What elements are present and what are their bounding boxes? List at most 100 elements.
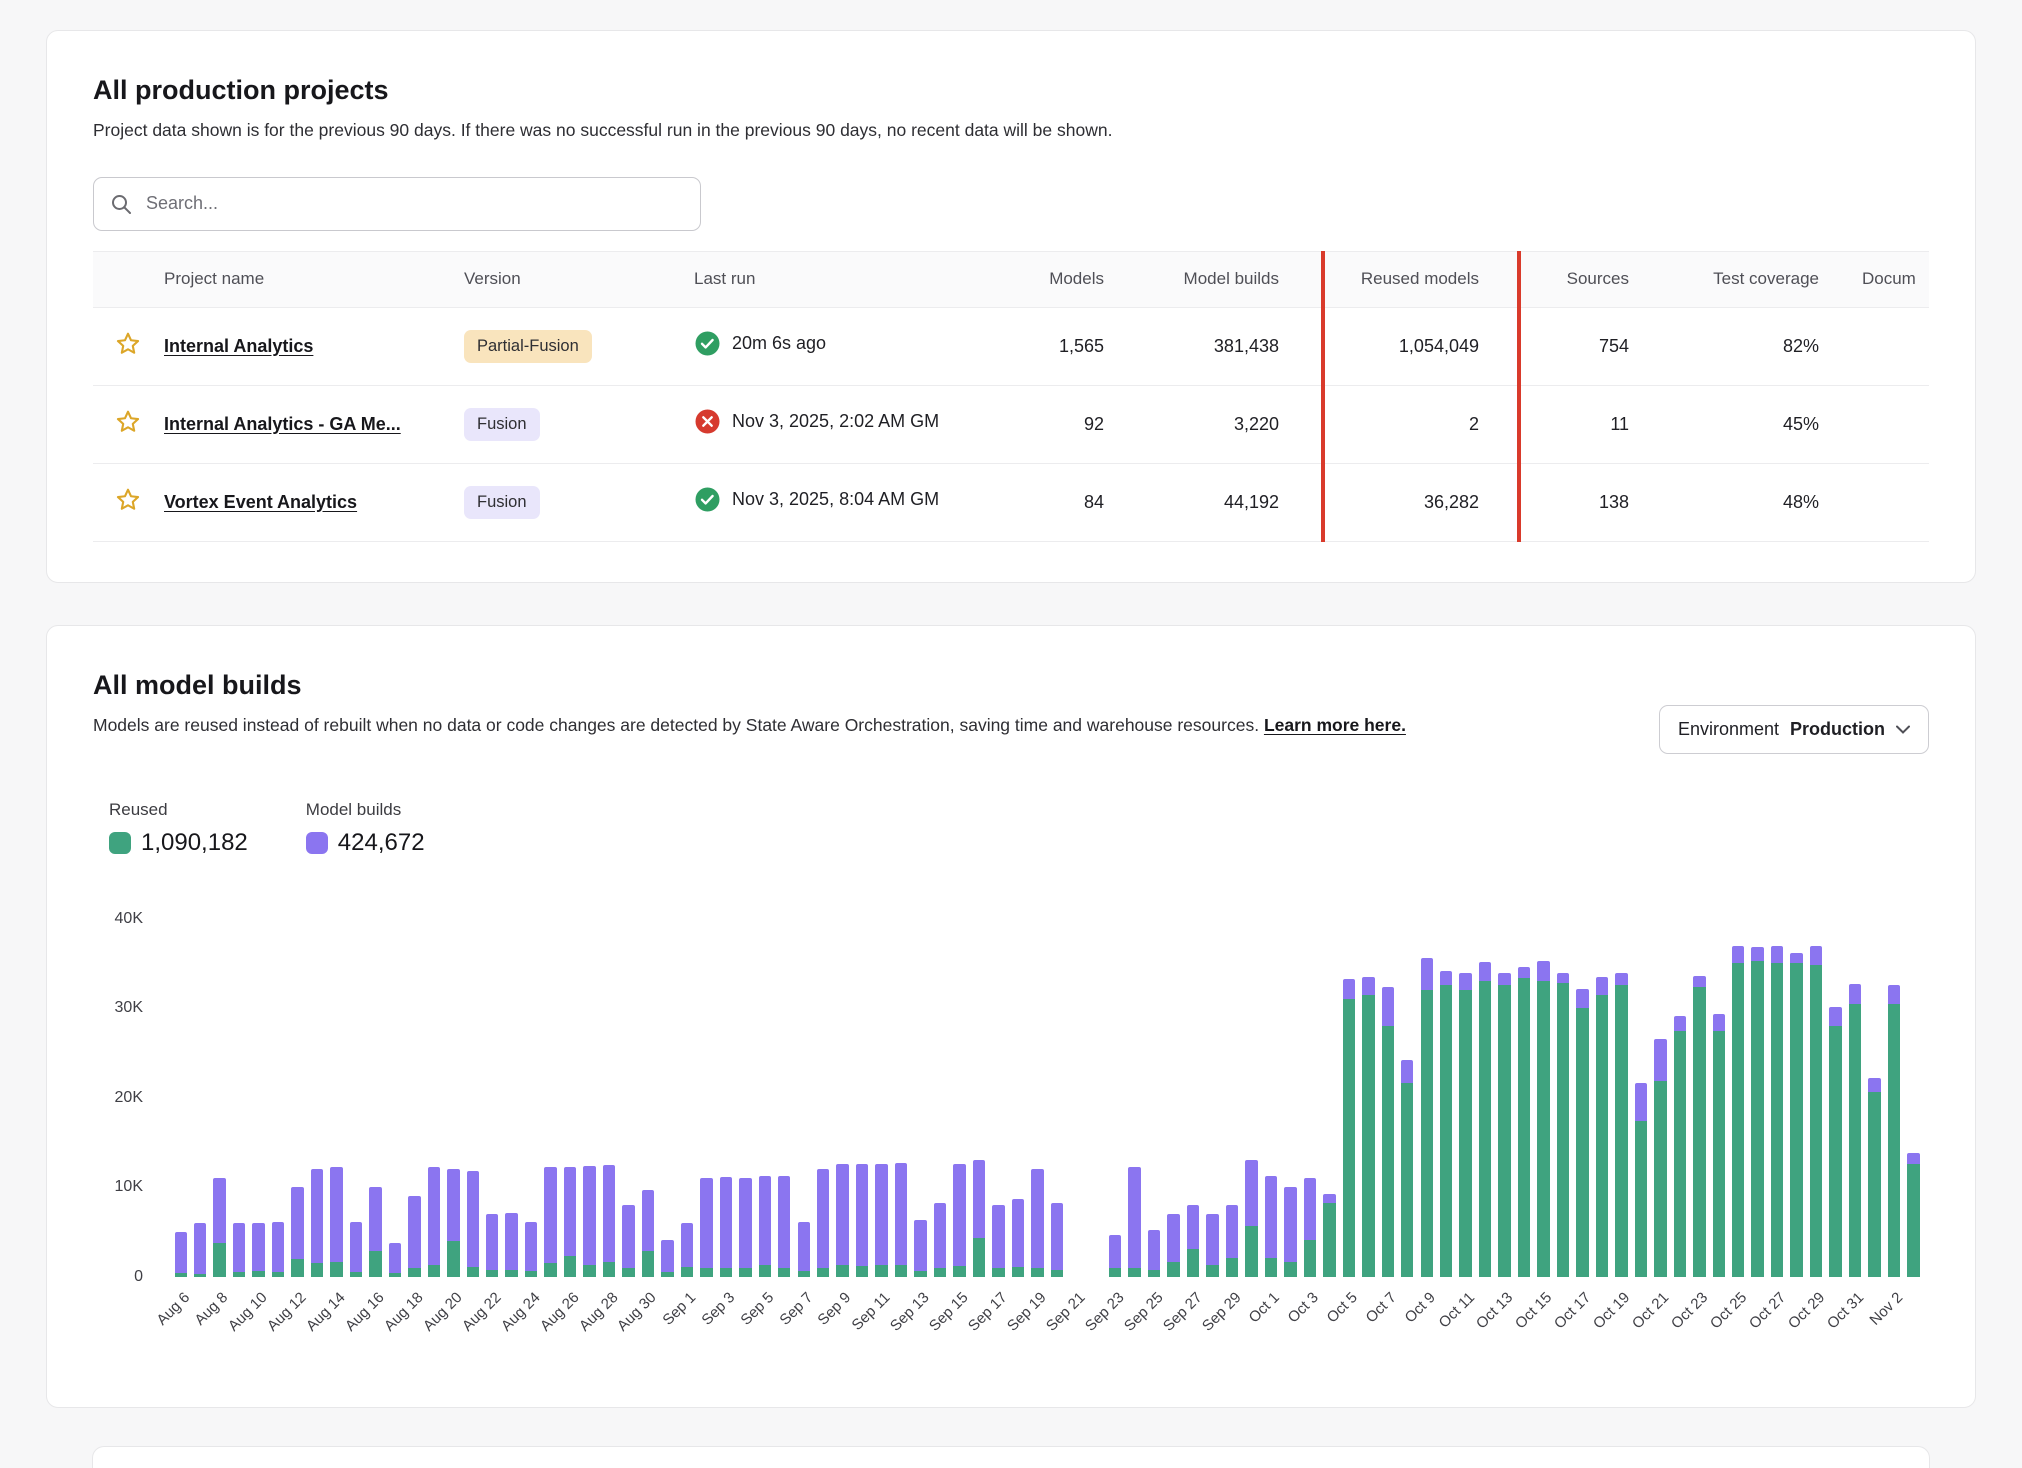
chart-bar[interactable]: Oct 21 bbox=[1651, 919, 1670, 1277]
environment-dropdown[interactable]: Environment Production bbox=[1659, 705, 1929, 754]
chart-bar[interactable] bbox=[1359, 919, 1378, 1277]
chart-bar[interactable]: Aug 30 bbox=[638, 919, 657, 1277]
chart-bar[interactable]: Aug 26 bbox=[560, 919, 579, 1277]
chart-bar[interactable] bbox=[541, 919, 560, 1277]
project-name-link[interactable]: Internal Analytics bbox=[164, 336, 313, 356]
chart-bar[interactable] bbox=[1748, 919, 1767, 1277]
chart-bar[interactable] bbox=[1281, 919, 1300, 1277]
favorite-star-icon[interactable] bbox=[114, 330, 142, 358]
chart-bar[interactable] bbox=[1592, 919, 1611, 1277]
chart-bar[interactable] bbox=[424, 919, 443, 1277]
chart-bar[interactable] bbox=[736, 919, 755, 1277]
chart-bar[interactable] bbox=[775, 919, 794, 1277]
chart-bar[interactable] bbox=[930, 919, 949, 1277]
chart-bar[interactable]: Aug 28 bbox=[599, 919, 618, 1277]
chart-bar[interactable] bbox=[1904, 919, 1923, 1277]
chart-bar[interactable]: Aug 8 bbox=[210, 919, 229, 1277]
chart-bar[interactable] bbox=[1631, 919, 1650, 1277]
project-name-link[interactable]: Vortex Event Analytics bbox=[164, 492, 357, 512]
chart-bar[interactable]: Sep 9 bbox=[833, 919, 852, 1277]
chart-bar[interactable]: Oct 15 bbox=[1534, 919, 1553, 1277]
chart-bar[interactable] bbox=[1242, 919, 1261, 1277]
chart-bar[interactable]: Oct 9 bbox=[1417, 919, 1436, 1277]
chart-bar[interactable] bbox=[1670, 919, 1689, 1277]
chart-bar[interactable]: Aug 16 bbox=[366, 919, 385, 1277]
chart-bar[interactable] bbox=[1826, 919, 1845, 1277]
chart-bar[interactable]: Oct 23 bbox=[1690, 919, 1709, 1277]
chart-bar[interactable]: Oct 7 bbox=[1378, 919, 1397, 1277]
chart-bar[interactable]: Aug 22 bbox=[483, 919, 502, 1277]
learn-more-link[interactable]: Learn more here. bbox=[1264, 715, 1406, 735]
chart-bar[interactable] bbox=[463, 919, 482, 1277]
chart-bar[interactable]: Aug 10 bbox=[249, 919, 268, 1277]
chart-bar[interactable] bbox=[580, 919, 599, 1277]
chart-bar[interactable]: Sep 13 bbox=[911, 919, 930, 1277]
chart-bar[interactable] bbox=[1320, 919, 1339, 1277]
chart-bar[interactable]: Sep 15 bbox=[950, 919, 969, 1277]
chart-bar[interactable] bbox=[385, 919, 404, 1277]
chart-bar[interactable]: Aug 12 bbox=[288, 919, 307, 1277]
chart-bar[interactable]: Aug 14 bbox=[327, 919, 346, 1277]
chart-bar[interactable] bbox=[891, 919, 910, 1277]
chart-bar[interactable]: Oct 13 bbox=[1495, 919, 1514, 1277]
chart-bar[interactable]: Oct 5 bbox=[1339, 919, 1358, 1277]
chart-bar[interactable]: Sep 1 bbox=[677, 919, 696, 1277]
chart-bar[interactable] bbox=[346, 919, 365, 1277]
chart-bar[interactable]: Sep 27 bbox=[1183, 919, 1202, 1277]
chart-bar[interactable]: Oct 27 bbox=[1767, 919, 1786, 1277]
search-input[interactable] bbox=[144, 192, 684, 215]
chart-bar[interactable] bbox=[1553, 919, 1572, 1277]
chart-bar[interactable] bbox=[1514, 919, 1533, 1277]
project-name-link[interactable]: Internal Analytics - GA Me... bbox=[164, 414, 401, 434]
search-box[interactable] bbox=[93, 177, 701, 231]
chart-bar[interactable]: Aug 18 bbox=[405, 919, 424, 1277]
chart-bar[interactable] bbox=[969, 919, 988, 1277]
chart-bar[interactable] bbox=[1125, 919, 1144, 1277]
chart-bar[interactable] bbox=[697, 919, 716, 1277]
chart-bar[interactable]: Sep 7 bbox=[794, 919, 813, 1277]
chart-bar[interactable] bbox=[1047, 919, 1066, 1277]
chart-bar[interactable] bbox=[1436, 919, 1455, 1277]
chart-bar[interactable]: Aug 6 bbox=[171, 919, 190, 1277]
chart-bar[interactable]: Sep 23 bbox=[1106, 919, 1125, 1277]
favorite-star-icon[interactable] bbox=[114, 486, 142, 514]
chart-bar[interactable]: Oct 11 bbox=[1456, 919, 1475, 1277]
chart-bar[interactable]: Nov 2 bbox=[1884, 919, 1903, 1277]
chart-bar[interactable]: Oct 3 bbox=[1300, 919, 1319, 1277]
chart-bar[interactable]: Sep 19 bbox=[1028, 919, 1047, 1277]
chart-bar[interactable] bbox=[1787, 919, 1806, 1277]
chart-bar[interactable] bbox=[268, 919, 287, 1277]
chart-bar[interactable] bbox=[190, 919, 209, 1277]
chart-bar[interactable] bbox=[1203, 919, 1222, 1277]
chart-bar[interactable] bbox=[1164, 919, 1183, 1277]
chart-bar[interactable]: Oct 19 bbox=[1612, 919, 1631, 1277]
chart-bar[interactable] bbox=[852, 919, 871, 1277]
chart-bar[interactable]: Oct 31 bbox=[1845, 919, 1864, 1277]
chart-bar[interactable]: Sep 21 bbox=[1067, 919, 1086, 1277]
chart-bar[interactable]: Sep 5 bbox=[755, 919, 774, 1277]
favorite-star-icon[interactable] bbox=[114, 408, 142, 436]
chart-bar[interactable]: Aug 20 bbox=[444, 919, 463, 1277]
chart-bar[interactable]: Sep 11 bbox=[872, 919, 891, 1277]
chart-bar[interactable] bbox=[229, 919, 248, 1277]
chart-bar[interactable]: Sep 29 bbox=[1222, 919, 1241, 1277]
chart-bar[interactable]: Sep 17 bbox=[989, 919, 1008, 1277]
chart-bar[interactable] bbox=[1008, 919, 1027, 1277]
chart-bar[interactable] bbox=[1865, 919, 1884, 1277]
chart-bar[interactable] bbox=[307, 919, 326, 1277]
chart-bar[interactable] bbox=[1475, 919, 1494, 1277]
chart-bar[interactable] bbox=[1709, 919, 1728, 1277]
chart-bar[interactable]: Oct 17 bbox=[1573, 919, 1592, 1277]
chart-bar[interactable]: Oct 1 bbox=[1261, 919, 1280, 1277]
chart-bar[interactable]: Aug 24 bbox=[521, 919, 540, 1277]
chart-bar[interactable] bbox=[502, 919, 521, 1277]
chart-bar[interactable] bbox=[1398, 919, 1417, 1277]
chart-bar[interactable]: Oct 29 bbox=[1806, 919, 1825, 1277]
chart-bar[interactable]: Sep 25 bbox=[1144, 919, 1163, 1277]
chart-bar[interactable] bbox=[813, 919, 832, 1277]
chart-bar[interactable] bbox=[658, 919, 677, 1277]
chart-bar[interactable]: Oct 25 bbox=[1729, 919, 1748, 1277]
chart-bar[interactable]: Sep 3 bbox=[716, 919, 735, 1277]
chart-bar[interactable] bbox=[619, 919, 638, 1277]
chart-bar[interactable] bbox=[1086, 919, 1105, 1277]
